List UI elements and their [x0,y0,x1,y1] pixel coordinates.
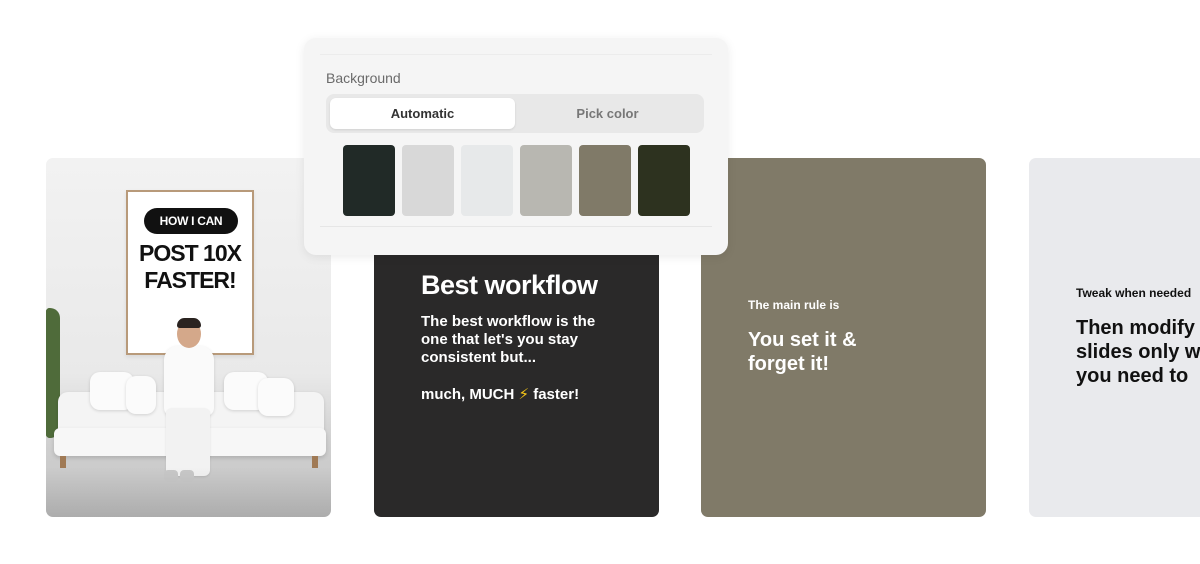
floor-shadow [46,467,331,517]
color-swatch[interactable] [579,145,631,216]
panel-divider [320,226,712,227]
slide-headline: Then modify slides only when you need to [1076,317,1200,387]
poster-pill: HOW I CAN [144,208,238,234]
person-body [164,346,214,416]
slide-title: Best workflow [421,270,598,300]
slide-body-secondary-suffix: faster! [529,386,580,403]
color-swatches [343,145,690,216]
slide-subtitle: Tweak when needed [1076,286,1192,300]
lightning-icon: ⚡ [518,386,530,403]
color-swatch[interactable] [461,145,513,216]
color-swatch[interactable] [343,145,395,216]
slide-body: The best workflow is the one that let's … [421,313,596,366]
background-picker-panel: Background Automatic Pick color [304,38,728,255]
automatic-tab[interactable]: Automatic [330,98,515,129]
color-swatch[interactable] [520,145,572,216]
poster-title-line-2: FASTER! [144,267,236,293]
slide-4-light[interactable]: Tweak when needed Then modify slides onl… [1029,158,1200,517]
slide-body-secondary: much, MUCH ⚡ faster! [421,385,579,403]
sofa-cushion [258,378,294,416]
sofa-cushion [126,376,156,414]
slide-1-photo[interactable]: HOW I CAN POST 10X FASTER! [46,158,331,517]
slide-headline: You set it & forget it! [748,329,857,375]
slide-subtitle: The main rule is [748,298,840,312]
person-hair [177,318,201,328]
color-swatch[interactable] [402,145,454,216]
panel-divider [320,54,712,55]
background-mode-toggle: Automatic Pick color [326,94,704,133]
background-label: Background [326,70,401,86]
slide-body-secondary-prefix: much, MUCH [421,386,519,403]
person-legs [166,408,210,476]
slide-3-taupe[interactable]: The main rule is You set it & forget it! [701,158,986,517]
color-swatch[interactable] [638,145,690,216]
pick-color-tab[interactable]: Pick color [515,98,700,129]
poster-title: POST 10X FASTER! [128,240,252,294]
poster-title-line-1: POST 10X [139,240,242,266]
